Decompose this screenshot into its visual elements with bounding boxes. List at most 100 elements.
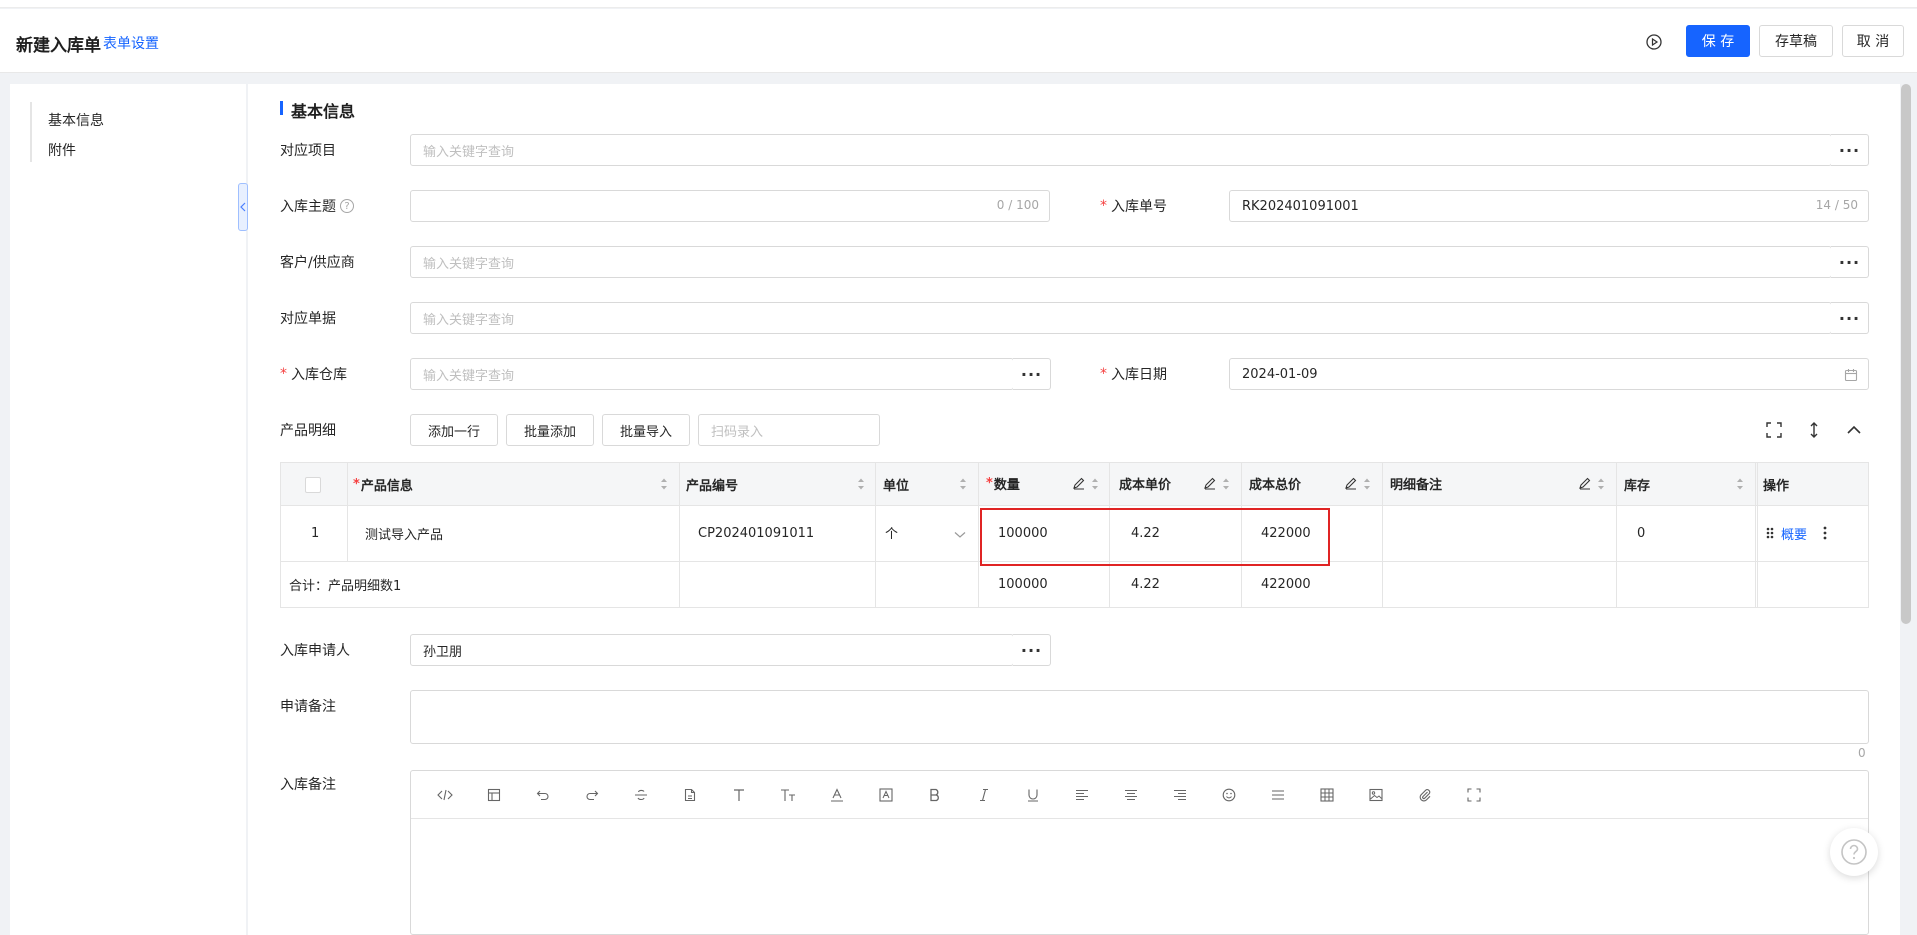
- header-unit[interactable]: 单位: [883, 474, 909, 494]
- sidebar-collapse-toggle[interactable]: [238, 183, 248, 231]
- file-icon[interactable]: [678, 783, 702, 807]
- header-product-code[interactable]: 产品编号: [686, 474, 738, 494]
- chevron-up-icon[interactable]: [1846, 422, 1862, 438]
- edit-pencil-icon[interactable]: [1344, 476, 1358, 490]
- code-icon[interactable]: [433, 783, 457, 807]
- sort-icon[interactable]: [660, 477, 668, 491]
- align-right-icon[interactable]: [1168, 783, 1192, 807]
- edit-pencil-icon[interactable]: [1578, 476, 1592, 490]
- sort-icon[interactable]: [1363, 477, 1371, 491]
- add-row-button[interactable]: 添加一行: [410, 414, 498, 446]
- project-input[interactable]: 输入关键字查询: [410, 134, 1832, 166]
- font-icon[interactable]: [727, 783, 751, 807]
- attachment-icon[interactable]: [1413, 783, 1437, 807]
- applicant-input[interactable]: 孙卫朋: [410, 634, 1014, 666]
- header-product-info[interactable]: * 产品信息: [353, 474, 413, 494]
- apply-remark-textarea[interactable]: [410, 690, 1869, 744]
- quantity-cell[interactable]: 100000: [998, 523, 1048, 543]
- sort-icon[interactable]: [1091, 477, 1099, 491]
- page-header: 新建入库单 表单设置 保 存 存草稿 取 消: [0, 9, 1917, 73]
- fullscreen-icon[interactable]: [1766, 422, 1782, 438]
- undo-icon[interactable]: [531, 783, 555, 807]
- help-circle-icon[interactable]: ?: [340, 199, 354, 213]
- align-left-icon[interactable]: [1070, 783, 1094, 807]
- product-info-cell[interactable]: 测试导入产品: [365, 523, 443, 543]
- sidebar-item-attachment[interactable]: 附件: [48, 140, 76, 160]
- table-icon[interactable]: [1315, 783, 1339, 807]
- edit-pencil-icon[interactable]: [1072, 476, 1086, 490]
- emoji-icon[interactable]: [1217, 783, 1241, 807]
- background-color-icon[interactable]: [874, 783, 898, 807]
- project-more-button[interactable]: ···: [1831, 134, 1869, 166]
- drag-handle-icon[interactable]: [1765, 526, 1775, 540]
- chevron-down-icon[interactable]: [954, 531, 966, 539]
- page-title: 新建入库单: [16, 36, 101, 56]
- summary-quantity: 100000: [998, 576, 1048, 592]
- required-mark: *: [986, 475, 993, 491]
- unit-cost-cell[interactable]: 4.22: [1131, 523, 1160, 543]
- header-unit-cost[interactable]: 成本单价: [1119, 473, 1171, 493]
- document-more-button[interactable]: ···: [1831, 302, 1869, 334]
- grid-line: [1757, 463, 1758, 607]
- applicant-more-button[interactable]: ···: [1013, 634, 1051, 666]
- fullscreen-icon[interactable]: [1462, 783, 1486, 807]
- header-detail-remark[interactable]: 明细备注: [1390, 473, 1442, 493]
- edit-pencil-icon[interactable]: [1203, 476, 1217, 490]
- warehouse-input[interactable]: 输入关键字查询: [410, 358, 1014, 390]
- batch-import-button[interactable]: 批量导入: [602, 414, 690, 446]
- header-quantity[interactable]: * 数量: [986, 473, 1020, 493]
- sort-icon[interactable]: [1222, 477, 1230, 491]
- more-vertical-icon[interactable]: [1822, 525, 1828, 541]
- order-no-input[interactable]: RK202401091001 14 / 50: [1229, 190, 1869, 222]
- summary-link[interactable]: 概要: [1781, 523, 1807, 543]
- grid-line: [1755, 463, 1756, 607]
- play-icon[interactable]: [1643, 31, 1665, 53]
- save-draft-button[interactable]: 存草稿: [1759, 25, 1833, 57]
- row-height-icon[interactable]: [1806, 422, 1822, 438]
- header-total-cost[interactable]: 成本总价: [1249, 473, 1301, 493]
- chevron-left-icon: [240, 202, 246, 212]
- stock-remark-editor[interactable]: [410, 770, 1869, 935]
- align-center-icon[interactable]: [1119, 783, 1143, 807]
- form-settings-link[interactable]: 表单设置: [103, 33, 159, 53]
- header-stock[interactable]: 库存: [1624, 474, 1650, 494]
- subject-input[interactable]: 0 / 100: [410, 190, 1050, 222]
- line-height-icon[interactable]: [1266, 783, 1290, 807]
- anchor-sidebar: 基本信息 附件: [10, 84, 246, 935]
- sort-icon[interactable]: [959, 477, 967, 491]
- applicant-label: 入库申请人: [280, 643, 350, 659]
- font-size-icon[interactable]: [776, 783, 800, 807]
- row-index: 1: [311, 525, 320, 541]
- sort-icon[interactable]: [1597, 477, 1605, 491]
- save-button[interactable]: 保 存: [1686, 25, 1750, 57]
- summary-label: 合计：产品明细数1: [289, 578, 402, 594]
- template-icon[interactable]: [482, 783, 506, 807]
- image-icon[interactable]: [1364, 783, 1388, 807]
- grid-line: [1382, 463, 1383, 607]
- total-cost-cell[interactable]: 422000: [1261, 523, 1311, 543]
- sort-icon[interactable]: [1736, 477, 1744, 491]
- cancel-button[interactable]: 取 消: [1842, 25, 1904, 57]
- section-title-basic-info: 基本信息: [280, 98, 355, 121]
- italic-icon[interactable]: [972, 783, 996, 807]
- sort-icon[interactable]: [857, 477, 865, 491]
- help-float-button[interactable]: [1830, 828, 1878, 876]
- warehouse-more-button[interactable]: ···: [1013, 358, 1051, 390]
- top-strip: [0, 0, 1917, 8]
- grid-line: [1241, 463, 1242, 607]
- batch-add-button[interactable]: 批量添加: [506, 414, 594, 446]
- document-input[interactable]: 输入关键字查询: [410, 302, 1832, 334]
- font-color-icon[interactable]: [825, 783, 849, 807]
- vertical-scrollbar[interactable]: [1901, 84, 1911, 624]
- unit-select[interactable]: 个: [885, 522, 898, 542]
- scan-input[interactable]: 扫码录入: [698, 414, 880, 446]
- strikethrough-icon[interactable]: [629, 783, 653, 807]
- underline-icon[interactable]: [1021, 783, 1045, 807]
- redo-icon[interactable]: [580, 783, 604, 807]
- customer-more-button[interactable]: ···: [1831, 246, 1869, 278]
- customer-input[interactable]: 输入关键字查询: [410, 246, 1832, 278]
- sidebar-item-basic-info[interactable]: 基本信息: [48, 110, 104, 130]
- select-all-checkbox[interactable]: [305, 477, 321, 493]
- bold-icon[interactable]: [923, 783, 947, 807]
- date-input[interactable]: 2024-01-09: [1229, 358, 1869, 390]
